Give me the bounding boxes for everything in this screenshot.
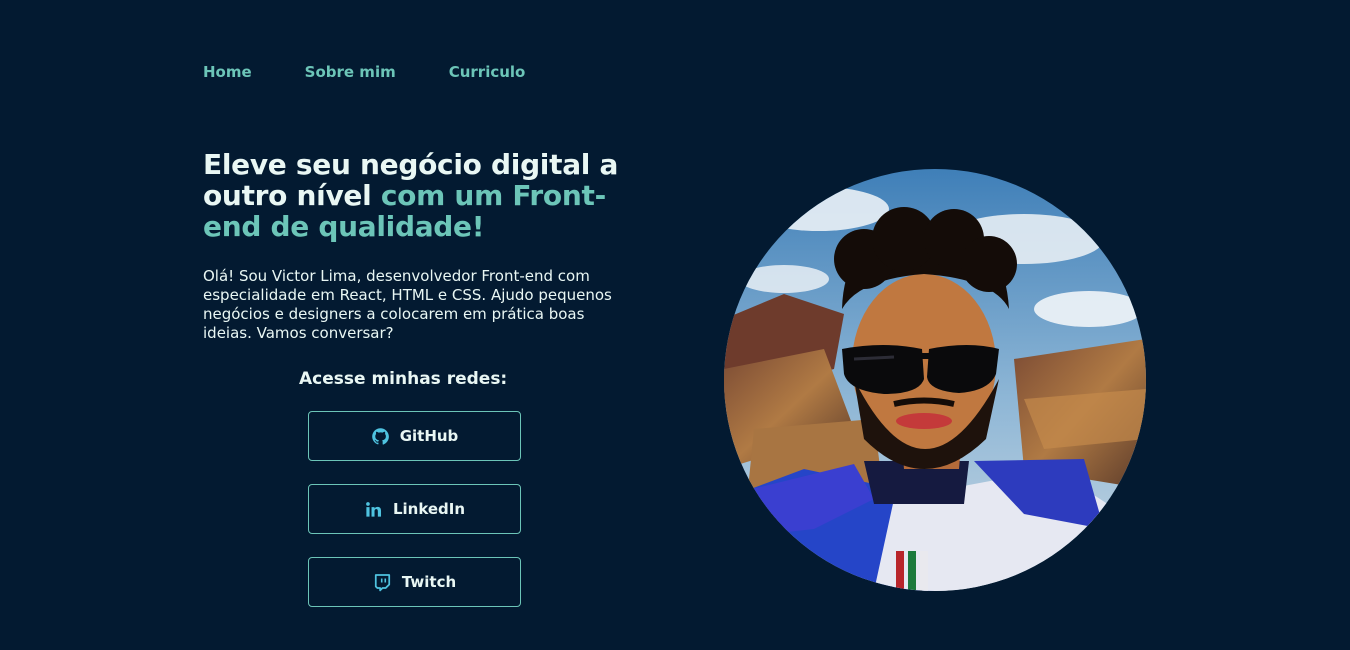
twitch-icon <box>373 573 392 592</box>
social-title: Acesse minhas redes: <box>299 369 508 389</box>
github-button[interactable]: GitHub <box>308 411 521 461</box>
main-nav: Home Sobre mim Curriculo <box>203 63 578 81</box>
github-icon <box>371 427 390 446</box>
hero-intro: Olá! Sou Victor Lima, desenvolvedor Fron… <box>203 267 612 342</box>
twitch-label: Twitch <box>401 573 457 591</box>
nav-home-link[interactable]: Home <box>203 63 252 81</box>
twitch-button[interactable]: Twitch <box>308 557 521 607</box>
linkedin-button[interactable]: LinkedIn <box>308 484 521 534</box>
nav-resume-link[interactable]: Curriculo <box>449 63 526 81</box>
nav-about-link[interactable]: Sobre mim <box>305 63 396 81</box>
linkedin-label: LinkedIn <box>392 500 466 518</box>
profile-photo <box>724 169 1146 591</box>
hero-headline: Eleve seu negócio digital a outro nível … <box>203 149 643 242</box>
profile-illustration <box>724 169 1146 591</box>
linkedin-icon <box>364 500 383 519</box>
github-label: GitHub <box>399 427 459 445</box>
